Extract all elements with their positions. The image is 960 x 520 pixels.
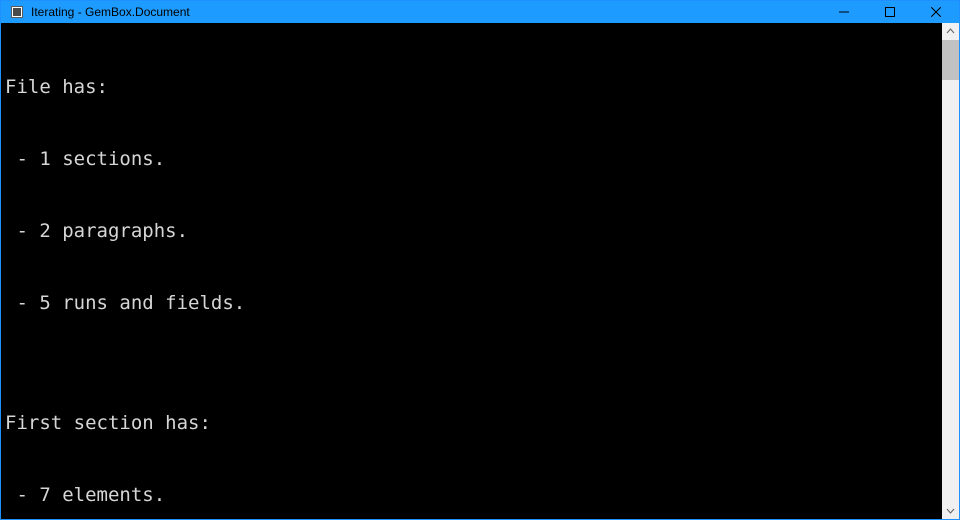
client-area: File has: - 1 sections. - 2 paragraphs. … (1, 23, 959, 519)
scrollbar-track[interactable] (942, 40, 959, 502)
maximize-button[interactable] (867, 1, 913, 23)
console-line: - 5 runs and fields. (5, 291, 942, 315)
close-button[interactable] (913, 1, 959, 23)
vertical-scrollbar[interactable] (942, 23, 959, 519)
titlebar[interactable]: Iterating - GemBox.Document (1, 1, 959, 23)
window-title: Iterating - GemBox.Document (31, 5, 190, 19)
scroll-down-button[interactable] (942, 502, 959, 519)
console-line: File has: (5, 75, 942, 99)
window-controls (821, 1, 959, 23)
scroll-up-button[interactable] (942, 23, 959, 40)
console-output: File has: - 1 sections. - 2 paragraphs. … (1, 23, 942, 519)
console-line: - 1 sections. (5, 147, 942, 171)
app-window: Iterating - GemBox.Document File has: - … (0, 0, 960, 520)
console-line: - 2 paragraphs. (5, 219, 942, 243)
console-line: First section has: (5, 411, 942, 435)
minimize-button[interactable] (821, 1, 867, 23)
app-icon (9, 4, 25, 20)
scrollbar-thumb[interactable] (942, 40, 959, 80)
console-line: - 7 elements. (5, 483, 942, 507)
